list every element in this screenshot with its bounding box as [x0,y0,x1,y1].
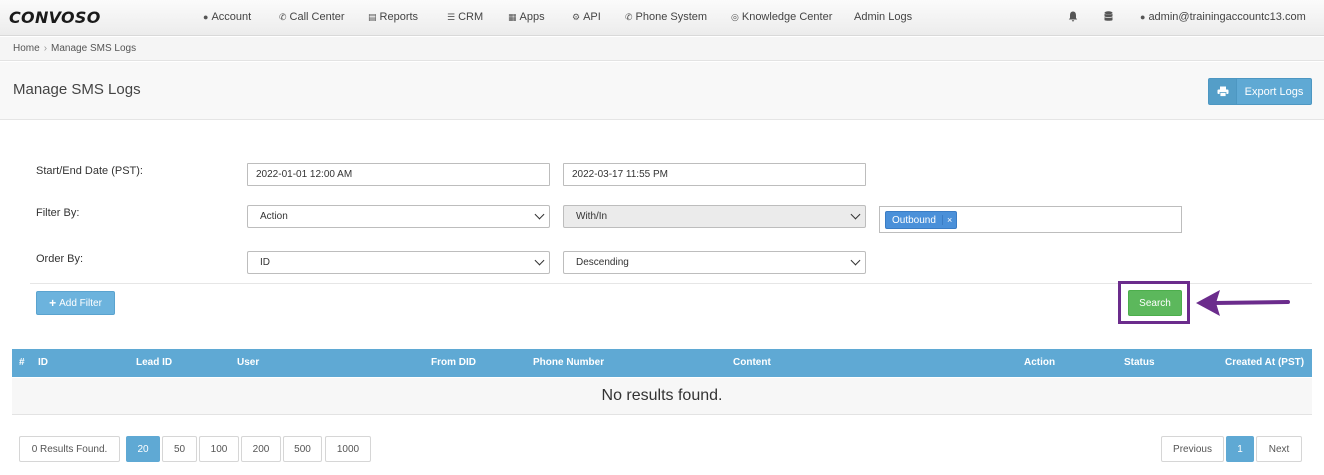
column-header-content[interactable]: Content [733,357,771,368]
breadcrumb-current: Manage SMS Logs [51,43,137,54]
column-header-user[interactable]: User [237,357,259,368]
database-icon[interactable] [1104,11,1113,25]
nav-call-center[interactable]: ✆ Call Center [279,11,345,23]
nav-account[interactable]: ● Account [203,11,251,23]
filter-value-tag-input[interactable]: Outbound × [879,206,1182,233]
nav-knowledge-center-label: Knowledge Center [741,11,833,23]
column-header-action[interactable]: Action [1024,357,1055,368]
previous-page-button[interactable]: Previous [1161,436,1224,462]
list-icon: ☰ [447,11,456,22]
nav-reports[interactable]: ▤ Reports [368,11,418,23]
breadcrumb: Home › Manage SMS Logs [0,37,1324,61]
page-size-1000[interactable]: 1000 [325,436,371,462]
user-email: admin@trainingaccountc13.com [1148,11,1306,23]
nav-crm-label: CRM [458,11,484,23]
grid-icon: ▦ [508,11,517,22]
column-header-id[interactable]: ID [38,357,48,368]
page-header: Manage SMS Logs Export Logs [0,62,1324,120]
pointer-arrow-icon [1196,290,1290,316]
order-direction-select[interactable]: Descending [563,251,866,274]
gear-icon: ⚙ [572,11,581,22]
column-header-created-at[interactable]: Created At (PST) [1225,357,1304,368]
order-direction-value: Descending [576,257,629,268]
chevron-down-icon [850,255,861,266]
page-size-50[interactable]: 50 [162,436,197,462]
export-logs-button[interactable]: Export Logs [1208,78,1312,105]
column-header-status[interactable]: Status [1124,357,1155,368]
next-page-button[interactable]: Next [1256,436,1302,462]
export-logs-label: Export Logs [1244,85,1304,98]
convoso-logo[interactable]: CONVOSO [9,8,101,27]
nav-api[interactable]: ⚙ API [572,11,601,23]
end-date-input[interactable]: 2022-03-17 11:55 PM [563,163,866,186]
add-filter-button[interactable]: + Add Filter [36,291,115,315]
column-header-index[interactable]: # [19,357,25,368]
page-title: Manage SMS Logs [13,81,141,98]
nav-knowledge-center[interactable]: ◎ Knowledge Center [731,11,832,23]
bar-chart-icon: ▤ [368,11,377,22]
filter-field-select[interactable]: Action [247,205,550,228]
breadcrumb-home[interactable]: Home [13,43,40,54]
results-count: 0 Results Found. [19,436,120,462]
filter-operator-value: With/In [576,211,608,222]
user-icon: ● [203,12,209,22]
nav-api-label: API [583,11,601,23]
nav-apps-label: Apps [519,11,545,23]
date-range-label: Start/End Date (PST): [36,165,143,177]
printer-icon [1209,79,1237,104]
column-header-phone-number[interactable]: Phone Number [533,357,604,368]
current-page-button[interactable]: 1 [1226,436,1254,462]
chevron-down-icon [850,209,861,220]
nav-reports-label: Reports [379,11,419,23]
phone-icon: ✆ [625,11,633,22]
filter-operator-select[interactable]: With/In [563,205,866,228]
phone-icon: ✆ [279,11,287,22]
nav-phone-system-label: Phone System [635,11,708,23]
nav-account-label: Account [211,11,252,23]
empty-results-message: No results found. [12,378,1312,415]
filter-tag-outbound: Outbound × [885,211,958,229]
results-table-header: # ID Lead ID User From DID Phone Number … [12,349,1312,377]
nav-crm[interactable]: ☰ CRM [447,11,483,23]
page-size-20[interactable]: 20 [126,436,160,462]
tag-remove-icon[interactable]: × [941,215,956,225]
nav-call-center-label: Call Center [289,11,345,23]
nav-admin-logs[interactable]: Admin Logs [854,11,912,23]
page-size-500[interactable]: 500 [283,436,322,462]
chevron-down-icon [534,255,545,266]
search-label: Search [1139,297,1171,309]
chevron-down-icon [534,209,545,220]
add-filter-label: Add Filter [59,297,102,309]
nav-phone-system[interactable]: ✆ Phone System [625,11,707,23]
column-header-from-did[interactable]: From DID [431,357,476,368]
order-field-select[interactable]: ID [247,251,550,274]
nav-admin-logs-label: Admin Logs [854,11,913,23]
page-size-200[interactable]: 200 [241,436,281,462]
order-by-label: Order By: [36,253,84,265]
user-icon: ● [1140,12,1146,22]
order-field-value: ID [260,257,270,268]
page-size-100[interactable]: 100 [199,436,239,462]
nav-apps[interactable]: ▦ Apps [508,11,545,23]
lightbulb-icon: ◎ [731,11,739,22]
column-header-lead-id[interactable]: Lead ID [136,357,172,368]
top-navbar: CONVOSO ● Account ✆ Call Center ▤ Report… [0,0,1324,36]
plus-icon: + [49,296,57,310]
bell-icon[interactable] [1068,11,1078,25]
filter-tag-label: Outbound [892,214,936,226]
search-button[interactable]: Search [1128,290,1182,316]
breadcrumb-separator: › [43,43,48,54]
filter-by-label: Filter By: [36,207,80,219]
start-date-input[interactable]: 2022-01-01 12:00 AM [247,163,550,186]
filter-field-value: Action [260,211,288,222]
user-menu[interactable]: ● admin@trainingaccountc13.com [1140,11,1306,23]
